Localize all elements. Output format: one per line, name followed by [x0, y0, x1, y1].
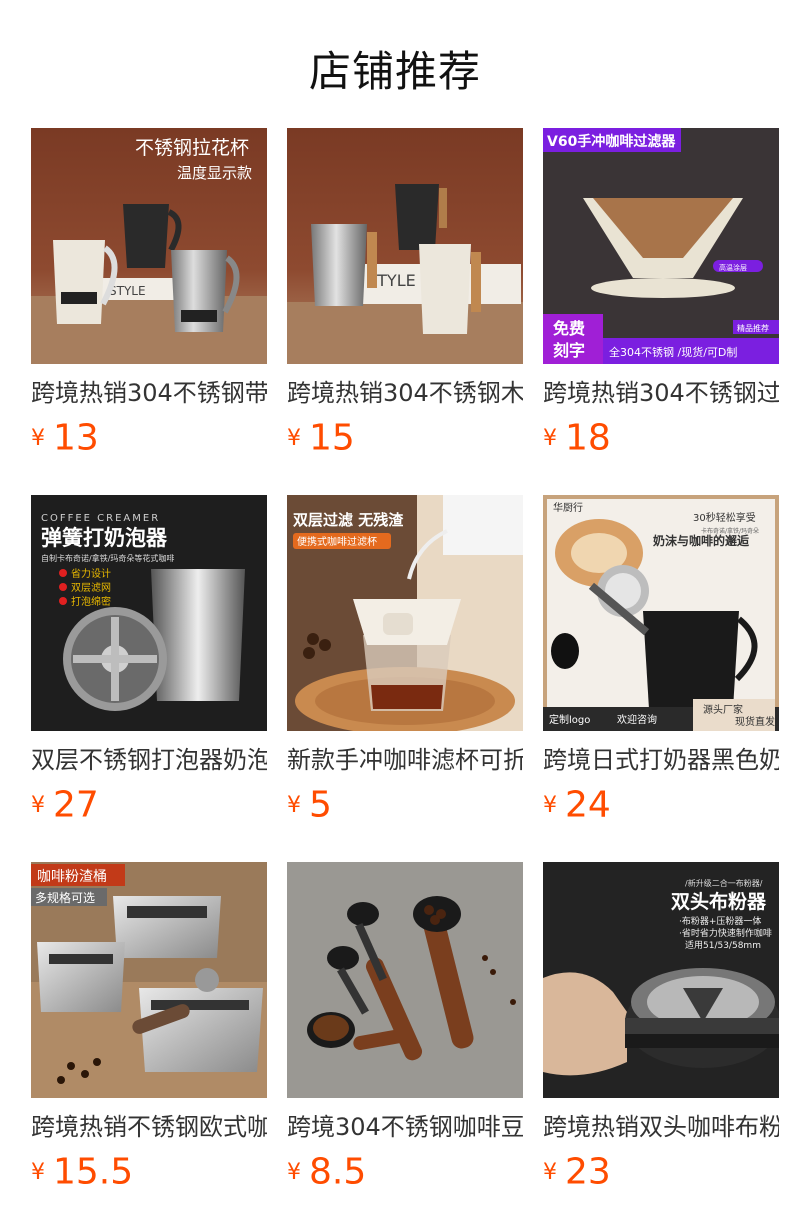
product-price: ¥5 — [287, 785, 523, 825]
currency-symbol: ¥ — [31, 792, 45, 818]
price-value: 8.5 — [309, 1151, 367, 1193]
currency-symbol: ¥ — [287, 425, 301, 451]
image-text: 双层过滤 无残渣 — [293, 511, 404, 529]
product-price: ¥23 — [543, 1152, 779, 1192]
product-image[interactable] — [287, 862, 523, 1098]
image-text: 精品推荐 — [737, 323, 769, 333]
product-image[interactable]: STYLE — [287, 128, 523, 364]
product-price: ¥24 — [543, 785, 779, 825]
image-text: V60手冲咖啡过滤器 — [547, 133, 676, 150]
image-text: 多规格可选 — [35, 890, 95, 905]
image-text: 自制卡布奇诺/拿铁/玛奇朵等花式咖啡 — [41, 553, 174, 563]
image-text: 30秒轻松享受 — [693, 511, 756, 524]
product-card[interactable]: 双层过滤 无残渣 便携式咖啡过滤杯 新款手冲咖啡滤杯可折叠 ¥5 — [287, 495, 523, 825]
product-price: ¥15 — [287, 418, 523, 458]
product-card[interactable]: 跨境304不锈钢咖啡豆量勺 ¥8.5 — [287, 862, 523, 1192]
currency-symbol: ¥ — [287, 792, 301, 818]
currency-symbol: ¥ — [31, 425, 45, 451]
image-text: 奶沫与咖啡的邂逅 — [653, 533, 750, 548]
image-text: COFFEE CREAMER — [41, 513, 160, 524]
image-text: 打泡绵密 — [71, 595, 111, 608]
price-value: 15.5 — [53, 1151, 134, 1193]
product-image[interactable]: /新升级二合一布粉器/ 双头布粉器 ·布粉器+压粉器一体 ·省时省力快速制作咖啡… — [543, 862, 779, 1098]
image-text: 双头布粉器 — [671, 890, 767, 913]
product-name[interactable]: 跨境热销双头咖啡布粉器 — [543, 1112, 779, 1142]
product-price: ¥27 — [31, 785, 267, 825]
price-value: 15 — [309, 417, 355, 459]
product-name[interactable]: 跨境热销304不锈钢带温度显示拉花杯 — [31, 378, 267, 408]
product-price: ¥18 — [543, 418, 779, 458]
image-text: 适用51/53/58mm — [685, 940, 761, 951]
price-value: 5 — [309, 784, 332, 826]
product-name[interactable]: 跨境热销304不锈钢木柄拉花杯 — [287, 378, 523, 408]
product-image[interactable]: V60手冲咖啡过滤器 高温涂层 免费 刻字 全304不锈钢 /现货/可D制 精品… — [543, 128, 779, 364]
currency-symbol: ¥ — [543, 792, 557, 818]
product-name[interactable]: 跨境热销304不锈钢过滤器 — [543, 378, 779, 408]
product-image[interactable]: COFFEE CREAMER 弹簧打奶泡器 自制卡布奇诺/拿铁/玛奇朵等花式咖啡… — [31, 495, 267, 731]
currency-symbol: ¥ — [543, 425, 557, 451]
product-card[interactable]: /新升级二合一布粉器/ 双头布粉器 ·布粉器+压粉器一体 ·省时省力快速制作咖啡… — [543, 862, 779, 1192]
currency-symbol: ¥ — [287, 1159, 301, 1185]
image-text: 弹簧打奶泡器 — [41, 526, 168, 550]
image-text: ·布粉器+压粉器一体 — [679, 915, 761, 927]
image-text: 不锈钢拉花杯 — [135, 137, 249, 159]
product-name[interactable]: 双层不锈钢打泡器奶泡壶 — [31, 745, 267, 775]
product-card[interactable]: STYLE 跨境热销304不锈钢木柄拉花杯 ¥15 — [287, 128, 523, 458]
product-card[interactable]: COFFEE CREAMER 弹簧打奶泡器 自制卡布奇诺/拿铁/玛奇朵等花式咖啡… — [31, 495, 267, 825]
section-title: 店铺推荐 — [308, 47, 481, 96]
currency-symbol: ¥ — [543, 1159, 557, 1185]
image-text: 华厨行 — [553, 501, 583, 514]
price-value: 23 — [565, 1151, 611, 1193]
product-card[interactable]: V60手冲咖啡过滤器 高温涂层 免费 刻字 全304不锈钢 /现货/可D制 精品… — [543, 128, 779, 458]
image-text: 咖啡粉渣桶 — [37, 869, 107, 885]
product-price: ¥8.5 — [287, 1152, 523, 1192]
product-name[interactable]: 跨境热销不锈钢欧式咖啡粉渣桶 — [31, 1112, 267, 1142]
image-text: 欢迎咨询 — [617, 713, 657, 726]
image-text: 全304不锈钢 /现货/可D制 — [609, 345, 737, 359]
image-text: 省力设计 — [71, 567, 111, 580]
product-image[interactable]: 咖啡粉渣桶 多规格可选 — [31, 862, 267, 1098]
image-text: ·省时省力快速制作咖啡 — [679, 927, 772, 939]
image-text: 刻字 — [553, 341, 585, 360]
product-name[interactable]: 新款手冲咖啡滤杯可折叠 — [287, 745, 523, 775]
product-card[interactable]: 咖啡粉渣桶 多规格可选 跨境热销不锈钢欧式咖啡粉渣桶 ¥15.5 — [31, 862, 267, 1192]
price-value: 13 — [53, 417, 99, 459]
image-text: 高温涂层 — [719, 263, 747, 272]
price-value: 24 — [565, 784, 611, 826]
image-text: 定制logo — [549, 713, 590, 726]
product-image[interactable]: STYLE 不锈钢拉花杯 温度显示款 — [31, 128, 267, 364]
image-text: 便携式咖啡过滤杯 — [297, 535, 377, 548]
image-text: /新升级二合一布粉器/ — [685, 878, 763, 888]
product-price: ¥13 — [31, 418, 267, 458]
product-price: ¥15.5 — [31, 1152, 267, 1192]
product-card[interactable]: 华厨行 30秒轻松享受 卡布奇诺/拿铁/玛奇朵 奶沫与咖啡的邂逅 定制logo … — [543, 495, 779, 825]
image-text: 现货直发 — [735, 715, 775, 728]
product-name[interactable]: 跨境日式打奶器黑色奶泡杯 — [543, 745, 779, 775]
product-image[interactable]: 华厨行 30秒轻松享受 卡布奇诺/拿铁/玛奇朵 奶沫与咖啡的邂逅 定制logo … — [543, 495, 779, 731]
price-value: 18 — [565, 417, 611, 459]
product-name[interactable]: 跨境304不锈钢咖啡豆量勺 — [287, 1112, 523, 1142]
image-text: 温度显示款 — [177, 164, 252, 182]
product-card[interactable]: STYLE 不锈钢拉花杯 温度显示款 跨境热销304不锈钢带温度显示拉花杯 ¥1… — [31, 128, 267, 458]
image-text: 源头厂家 — [703, 703, 743, 716]
image-text: 免费 — [553, 319, 585, 338]
image-text: 双层滤网 — [71, 581, 111, 594]
image-text: STYLE — [109, 284, 146, 298]
price-value: 27 — [53, 784, 99, 826]
currency-symbol: ¥ — [31, 1159, 45, 1185]
product-image[interactable]: 双层过滤 无残渣 便携式咖啡过滤杯 — [287, 495, 523, 731]
